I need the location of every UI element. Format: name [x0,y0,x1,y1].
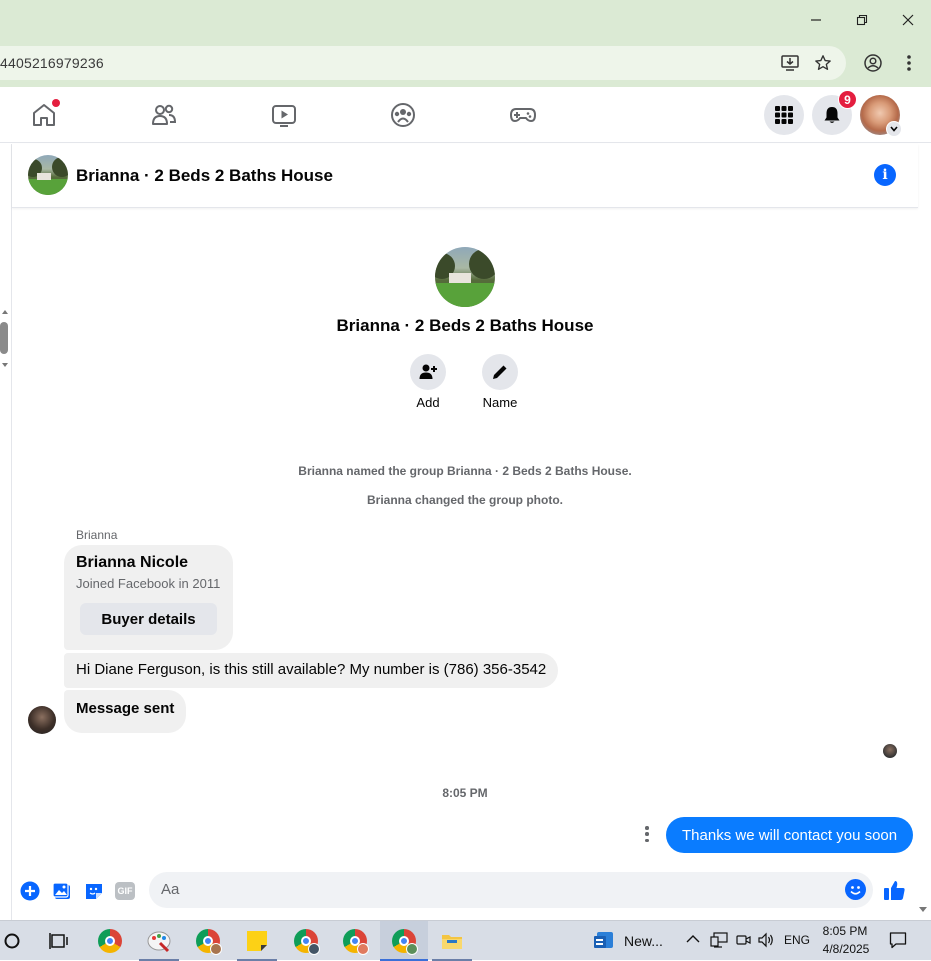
gif-icon[interactable]: GIF [114,880,136,902]
profile-card-name: Brianna Nicole [76,554,189,571]
attach-photo-icon[interactable] [51,880,73,902]
browser-title-bar [0,0,931,40]
close-icon [902,14,914,26]
friends-icon[interactable] [150,101,178,129]
group-photo-large[interactable] [435,247,495,307]
name-label: Name [482,395,518,410]
home-notification-dot [52,99,60,107]
bell-icon [824,107,840,123]
sender-avatar[interactable] [28,706,56,734]
chrome-profile-taskbar-icon-active[interactable] [380,921,428,961]
account-menu-chevron-icon[interactable] [886,121,902,137]
conversation-panel: Brianna · 2 Beds 2 Baths House i Brianna… [11,144,918,920]
install-app-icon[interactable] [779,52,801,74]
address-bar[interactable]: 4405216979236 [0,46,846,80]
meet-now-icon[interactable] [735,932,751,948]
clock-date[interactable]: 4/8/2025 [818,942,874,956]
scroll-down-arrow-icon[interactable] [918,906,928,914]
system-message: Brianna changed the group photo. [367,493,563,507]
browser-toolbar: 4405216979236 [0,40,931,87]
pencil-icon [493,365,507,379]
minimize-button[interactable] [793,0,839,40]
message-input[interactable] [161,881,811,898]
clock-time[interactable]: 8:05 PM [820,924,870,938]
like-thumbs-up-icon[interactable] [883,878,907,902]
chevron-up-icon[interactable] [686,934,700,944]
chrome-profile-taskbar-icon[interactable] [286,921,326,961]
chrome-taskbar-icon[interactable] [90,921,130,961]
close-window-button[interactable] [885,0,931,40]
sticky-notes-icon[interactable] [237,921,277,961]
incoming-message[interactable]: Hi Diane Ferguson, is this still availab… [64,653,559,688]
gaming-icon[interactable] [509,101,537,129]
scrollbar-arrows-icon [0,310,8,367]
profile-icon[interactable] [862,52,884,74]
browser-menu-icon[interactable] [898,52,920,74]
group-title: Brianna · 2 Beds 2 Baths House [336,316,594,335]
outgoing-message[interactable]: Thanks we will contact you soon [666,817,914,853]
facebook-top-nav [0,87,931,143]
sender-name: Brianna [76,528,118,542]
news-widget-icon[interactable] [593,930,615,952]
more-actions-plus-icon[interactable] [19,880,41,902]
file-explorer-icon[interactable] [432,921,472,961]
message-timestamp: 8:05 PM [442,786,488,800]
menu-grid-button[interactable] [764,95,804,135]
notification-count-badge: 9 [838,90,857,109]
gif-label: GIF [115,882,135,900]
name-group-button[interactable] [482,354,518,390]
groups-icon[interactable] [389,101,417,129]
restore-icon [856,14,868,26]
notification-center-icon[interactable] [889,931,907,949]
profile-card: Brianna Nicole Joined Facebook in 2011 B… [64,545,233,650]
incoming-message[interactable]: Message sent [64,690,187,733]
seen-by-avatar [883,744,897,758]
profile-card-subtitle: Joined Facebook in 2011 [76,576,221,591]
restore-button[interactable] [839,0,885,40]
grid-icon [775,106,793,124]
news-widget-label[interactable]: New... [624,933,663,949]
windows-taskbar: New... ENG 8:05 PM 4/8/2025 [0,920,931,961]
minimize-icon [811,19,821,21]
message-composer[interactable] [149,872,873,908]
emoji-icon[interactable] [845,879,866,900]
input-language[interactable]: ENG [784,933,810,947]
conversation-info-icon[interactable]: i [874,164,896,186]
message-more-options-icon[interactable] [640,824,654,844]
add-person-icon [419,364,437,379]
volume-icon[interactable] [757,932,775,948]
system-message: Brianna named the group Brianna · 2 Beds… [298,464,632,478]
page-scrollbar[interactable] [0,307,10,371]
cortana-search-icon[interactable] [0,921,32,961]
network-icon[interactable] [710,932,728,948]
buyer-details-button[interactable]: Buyer details [80,603,217,635]
conversation-title[interactable]: Brianna · 2 Beds 2 Baths House [76,166,333,186]
sticker-icon[interactable] [83,880,105,902]
chrome-profile-taskbar-icon[interactable] [188,921,228,961]
paint-app-icon[interactable] [139,921,179,961]
bookmark-star-icon[interactable] [812,52,834,74]
chrome-profile-taskbar-icon[interactable] [335,921,375,961]
url-text[interactable]: 4405216979236 [0,55,104,71]
add-label: Add [416,395,440,410]
add-people-button[interactable] [410,354,446,390]
group-photo-thumbnail[interactable] [28,155,68,195]
task-view-icon[interactable] [39,921,79,961]
conversation-header: Brianna · 2 Beds 2 Baths House i [12,144,918,208]
watch-video-icon[interactable] [270,101,298,129]
